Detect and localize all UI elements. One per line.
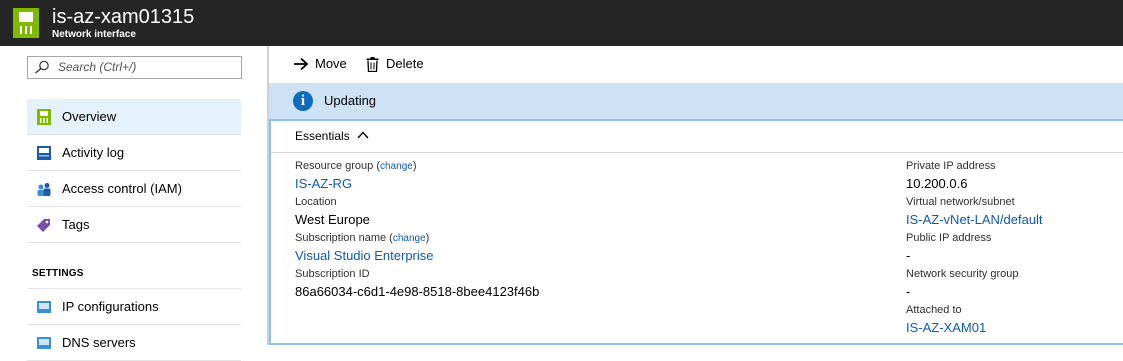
resource-group-label: Resource group (change) (295, 160, 417, 172)
search-input[interactable] (58, 59, 236, 75)
ip-configurations-icon (37, 301, 51, 313)
arrow-right-icon (294, 57, 309, 71)
sidebar-item-tags[interactable]: Tags (27, 207, 241, 243)
dns-servers-icon (37, 337, 51, 349)
page-title: is-az-xam01315 (52, 6, 195, 28)
subscription-id-label: Subscription ID (295, 268, 370, 280)
subscription-name-label: Subscription name (change) (295, 232, 430, 244)
main-content: Move Delete i Updating Essentials Resour… (269, 46, 1123, 345)
status-text: Updating (324, 93, 377, 108)
nsg-value: - (906, 284, 911, 299)
overview-icon (37, 109, 51, 125)
section-settings-label: SETTINGS (32, 268, 84, 279)
attached-to-link[interactable]: IS-AZ-XAM01 (906, 320, 986, 336)
sidebar-item-access-control[interactable]: Access control (IAM) (27, 171, 241, 207)
public-ip-value: - (906, 248, 911, 263)
sidebar-item-dns-servers[interactable]: DNS servers (27, 324, 241, 361)
trash-icon (366, 57, 379, 72)
delete-label: Delete (386, 56, 424, 71)
page-subtitle: Network interface (52, 29, 136, 40)
move-button[interactable]: Move (293, 56, 353, 72)
vnet-label: Virtual network/subnet (906, 196, 1015, 208)
resource-group-link[interactable]: IS-AZ-RG (295, 176, 352, 192)
subscription-name-link[interactable]: Visual Studio Enterprise (295, 248, 434, 264)
vnet-link[interactable]: IS-AZ-vNet-LAN/default (906, 212, 1043, 228)
sidebar-item-ip-configurations[interactable]: IP configurations (27, 288, 241, 325)
tag-icon (37, 219, 50, 232)
sidebar-item-label: Activity log (62, 145, 125, 160)
sidebar-item-label: Overview (62, 109, 117, 124)
activity-log-icon (37, 146, 51, 160)
sidebar-item-overview[interactable]: Overview (27, 99, 241, 135)
delete-button[interactable]: Delete (366, 56, 426, 72)
info-icon: i (293, 91, 313, 111)
attached-to-label: Attached to (906, 304, 962, 316)
sidebar-item-label: Access control (IAM) (62, 181, 182, 196)
sidebar-item-label: IP configurations (62, 299, 159, 314)
essentials-panel: Essentials Resource group (change) IS-AZ… (269, 121, 1123, 345)
location-value: West Europe (295, 212, 370, 227)
location-label: Location (295, 196, 337, 208)
change-subscription-link[interactable]: change (393, 233, 426, 244)
public-ip-label: Public IP address (906, 232, 992, 244)
sidebar-item-label: Tags (62, 217, 90, 232)
network-interface-icon (13, 8, 39, 38)
change-resource-group-link[interactable]: change (380, 161, 413, 172)
status-banner: i Updating (269, 83, 1123, 121)
essentials-divider (271, 152, 1123, 153)
people-icon (37, 183, 51, 196)
sidebar-item-label: DNS servers (62, 335, 136, 350)
search-box[interactable] (27, 56, 242, 79)
subscription-id-value: 86a66034-c6d1-4e98-8518-8bee4123f46b (295, 284, 540, 299)
private-ip-label: Private IP address (906, 160, 996, 172)
sidebar-item-activity-log[interactable]: Activity log (27, 135, 241, 171)
nsg-label: Network security group (906, 268, 1019, 280)
essentials-header[interactable]: Essentials (295, 129, 350, 144)
title-bar: is-az-xam01315 Network interface (0, 0, 1123, 46)
chevron-up-icon[interactable] (357, 130, 369, 140)
private-ip-value: 10.200.0.6 (906, 176, 968, 191)
search-icon (35, 60, 49, 74)
move-label: Move (315, 56, 347, 71)
